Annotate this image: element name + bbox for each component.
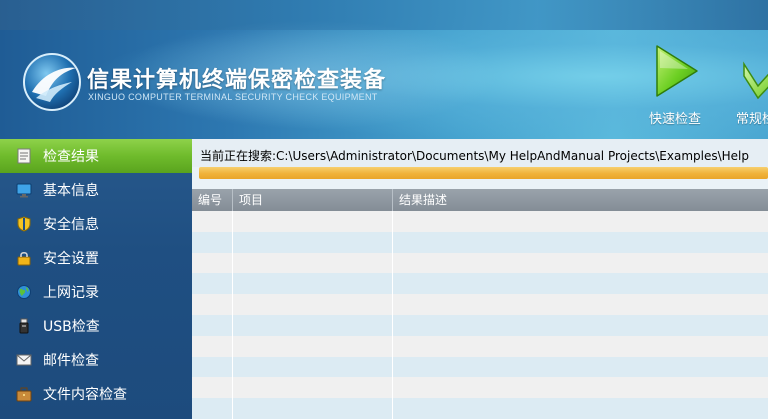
table-cell xyxy=(192,377,233,399)
table-cell xyxy=(233,356,393,378)
table-row[interactable] xyxy=(192,252,768,274)
table-cell xyxy=(393,232,768,253)
sidebar-item-check-results[interactable]: 检查结果 xyxy=(0,139,192,173)
table-cell xyxy=(192,398,233,419)
table-cell xyxy=(393,294,768,315)
shield-icon xyxy=(16,216,32,232)
table-cell xyxy=(233,211,393,232)
column-header-number[interactable]: 编号 xyxy=(192,189,233,211)
table-cell xyxy=(233,273,393,295)
table-cell xyxy=(393,253,768,274)
sidebar-item-label: 基本信息 xyxy=(43,183,99,199)
table-cell xyxy=(393,211,768,232)
table-row[interactable] xyxy=(192,231,768,253)
table-row[interactable] xyxy=(192,273,768,295)
check-icon xyxy=(743,61,768,100)
sidebar-item-label: 安全信息 xyxy=(43,217,99,233)
table-row[interactable] xyxy=(192,315,768,336)
table-cell xyxy=(192,211,233,232)
table-cell xyxy=(233,377,393,399)
table-row[interactable] xyxy=(192,356,768,378)
sidebar-item-label: 检查结果 xyxy=(43,149,99,165)
table-cell xyxy=(393,398,768,419)
table-cell xyxy=(233,294,393,315)
sidebar-item-security-info[interactable]: 安全信息 xyxy=(0,207,192,241)
lock-icon xyxy=(16,250,32,266)
sidebar-item-file-content-check[interactable]: 文件内容检查 xyxy=(0,377,192,411)
table-cell xyxy=(393,336,768,357)
sidebar-item-label: 邮件检查 xyxy=(43,353,99,369)
sidebar-item-label: USB检查 xyxy=(43,319,100,335)
table-cell xyxy=(393,357,768,378)
app-header: 信果计算机终端保密检查装备 XINGUO COMPUTER TERMINAL S… xyxy=(0,0,768,139)
table-cell xyxy=(393,377,768,398)
regular-check-button[interactable]: 常规检 xyxy=(730,40,768,130)
search-status-text: 当前正在搜索:C:\Users\Administrator\Documents\… xyxy=(192,139,768,167)
result-table-body xyxy=(192,211,768,419)
quick-check-button[interactable]: 快速检查 xyxy=(640,40,710,130)
table-cell xyxy=(393,315,768,336)
quick-check-label: 快速检查 xyxy=(648,112,701,127)
sidebar-item-usb-check[interactable]: USB检查 xyxy=(0,309,192,343)
table-row[interactable] xyxy=(192,294,768,315)
sidebar-item-basic-info[interactable]: 基本信息 xyxy=(0,173,192,207)
app-title: 信果计算机终端保密检查装备 xyxy=(87,68,387,93)
usb-icon xyxy=(16,318,32,334)
sidebar-item-label: 安全设置 xyxy=(43,251,99,267)
sidebar-item-web-history[interactable]: 上网记录 xyxy=(0,275,192,309)
column-header-result-description[interactable]: 结果描述 xyxy=(393,189,768,211)
table-cell xyxy=(192,273,233,295)
sidebar: 检查结果 基本信息 安全信息 安全设置 上网记录 USB检查 邮件检查 文件内容… xyxy=(0,139,192,419)
sidebar-item-security-settings[interactable]: 安全设置 xyxy=(0,241,192,275)
table-row[interactable] xyxy=(192,398,768,419)
table-cell xyxy=(192,231,233,253)
globe-icon xyxy=(16,284,32,300)
table-cell xyxy=(192,335,233,357)
table-row[interactable] xyxy=(192,211,768,232)
app-subtitle: XINGUO COMPUTER TERMINAL SECURITY CHECK … xyxy=(88,92,378,102)
briefcase-icon xyxy=(16,386,32,402)
sidebar-item-mail-check[interactable]: 邮件检查 xyxy=(0,343,192,377)
regular-check-label: 常规检 xyxy=(736,112,768,127)
table-row[interactable] xyxy=(192,335,768,357)
table-row[interactable] xyxy=(192,377,768,399)
sidebar-item-label: 文件内容检查 xyxy=(43,387,127,403)
sidebar-item-label: 上网记录 xyxy=(43,285,99,301)
table-cell xyxy=(233,315,393,336)
table-cell xyxy=(192,315,233,336)
mail-icon xyxy=(16,352,32,368)
main-panel: 当前正在搜索:C:\Users\Administrator\Documents\… xyxy=(192,139,768,419)
table-cell xyxy=(192,294,233,315)
table-cell xyxy=(192,356,233,378)
table-cell xyxy=(192,252,233,274)
monitor-icon xyxy=(16,182,32,198)
table-cell xyxy=(393,273,768,294)
column-header-item[interactable]: 项目 xyxy=(233,189,393,211)
app-logo-icon xyxy=(23,53,81,111)
result-list-icon xyxy=(16,148,32,164)
progress-bar xyxy=(199,167,768,179)
table-header: 编号 项目 结果描述 xyxy=(192,189,768,211)
table-cell xyxy=(233,335,393,357)
play-icon xyxy=(656,45,698,97)
table-cell xyxy=(233,398,393,419)
table-cell xyxy=(233,252,393,274)
table-cell xyxy=(233,231,393,253)
